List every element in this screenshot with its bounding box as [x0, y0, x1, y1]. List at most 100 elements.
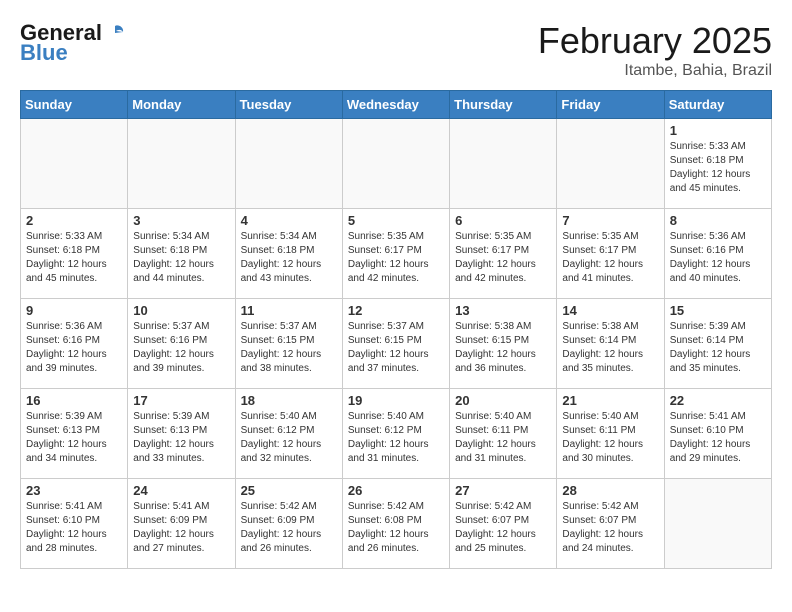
day-info: Sunrise: 5:36 AM Sunset: 6:16 PM Dayligh…: [670, 230, 766, 286]
day-number: 18: [241, 393, 337, 408]
day-number: 21: [562, 393, 658, 408]
calendar-cell: 26 Sunrise: 5:42 AM Sunset: 6:08 PM Dayli…: [342, 479, 449, 569]
day-number: 20: [455, 393, 551, 408]
day-info: Sunrise: 5:35 AM Sunset: 6:17 PM Dayligh…: [455, 230, 551, 286]
calendar-cell: 16Sunrise: 5:39 AM Sunset: 6:13 PM Dayli…: [21, 389, 128, 479]
calendar-cell: [128, 119, 235, 209]
calendar-cell: 14 Sunrise: 5:38 AM Sunset: 6:14 PM Dayli…: [557, 299, 664, 389]
weekday-friday: Friday: [557, 91, 664, 119]
calendar-cell: 13 Sunrise: 5:38 AM Sunset: 6:15 PM Dayli…: [450, 299, 557, 389]
day-info: Sunrise: 5:41 AM Sunset: 6:10 PM Dayligh…: [26, 500, 122, 556]
day-number: 15: [670, 303, 766, 318]
calendar-cell: [450, 119, 557, 209]
calendar-cell: 3Sunrise: 5:34 AM Sunset: 6:18 PM Daylig…: [128, 209, 235, 299]
weekday-wednesday: Wednesday: [342, 91, 449, 119]
calendar: SundayMondayTuesdayWednesdayThursdayFrid…: [20, 90, 772, 569]
day-info: Sunrise: 5:38 AM Sunset: 6:14 PM Dayligh…: [562, 320, 658, 376]
day-info: Sunrise: 5:40 AM Sunset: 6:12 PM Dayligh…: [348, 410, 444, 466]
calendar-cell: 18 Sunrise: 5:40 AM Sunset: 6:12 PM Dayli…: [235, 389, 342, 479]
day-info: Sunrise: 5:36 AM Sunset: 6:16 PM Dayligh…: [26, 320, 122, 376]
calendar-cell: 24 Sunrise: 5:41 AM Sunset: 6:09 PM Dayli…: [128, 479, 235, 569]
calendar-cell: 27 Sunrise: 5:42 AM Sunset: 6:07 PM Dayli…: [450, 479, 557, 569]
day-number: 4: [241, 213, 337, 228]
calendar-cell: 22 Sunrise: 5:41 AM Sunset: 6:10 PM Dayli…: [664, 389, 771, 479]
calendar-cell: [21, 119, 128, 209]
calendar-cell: 17Sunrise: 5:39 AM Sunset: 6:13 PM Dayli…: [128, 389, 235, 479]
week-row-4: 16Sunrise: 5:39 AM Sunset: 6:13 PM Dayli…: [21, 389, 772, 479]
day-number: 7: [562, 213, 658, 228]
weekday-header-row: SundayMondayTuesdayWednesdayThursdayFrid…: [21, 91, 772, 119]
day-number: 23: [26, 483, 122, 498]
day-info: Sunrise: 5:38 AM Sunset: 6:15 PM Dayligh…: [455, 320, 551, 376]
day-info: Sunrise: 5:41 AM Sunset: 6:10 PM Dayligh…: [670, 410, 766, 466]
calendar-cell: 6 Sunrise: 5:35 AM Sunset: 6:17 PM Daylig…: [450, 209, 557, 299]
logo: General Blue: [20, 20, 126, 66]
calendar-cell: 28Sunrise: 5:42 AM Sunset: 6:07 PM Dayli…: [557, 479, 664, 569]
calendar-cell: 20 Sunrise: 5:40 AM Sunset: 6:11 PM Dayli…: [450, 389, 557, 479]
day-number: 5: [348, 213, 444, 228]
day-info: Sunrise: 5:42 AM Sunset: 6:07 PM Dayligh…: [455, 500, 551, 556]
day-info: Sunrise: 5:40 AM Sunset: 6:11 PM Dayligh…: [562, 410, 658, 466]
calendar-cell: 8 Sunrise: 5:36 AM Sunset: 6:16 PM Daylig…: [664, 209, 771, 299]
day-number: 27: [455, 483, 551, 498]
day-number: 19: [348, 393, 444, 408]
day-info: Sunrise: 5:35 AM Sunset: 6:17 PM Dayligh…: [562, 230, 658, 286]
day-info: Sunrise: 5:42 AM Sunset: 6:08 PM Dayligh…: [348, 500, 444, 556]
calendar-cell: 4 Sunrise: 5:34 AM Sunset: 6:18 PM Daylig…: [235, 209, 342, 299]
calendar-cell: [664, 479, 771, 569]
day-number: 26: [348, 483, 444, 498]
week-row-1: 1 Sunrise: 5:33 AM Sunset: 6:18 PM Daylig…: [21, 119, 772, 209]
calendar-cell: 1 Sunrise: 5:33 AM Sunset: 6:18 PM Daylig…: [664, 119, 771, 209]
day-number: 8: [670, 213, 766, 228]
day-info: Sunrise: 5:33 AM Sunset: 6:18 PM Dayligh…: [670, 140, 766, 196]
calendar-cell: [557, 119, 664, 209]
day-number: 2: [26, 213, 122, 228]
day-info: Sunrise: 5:35 AM Sunset: 6:17 PM Dayligh…: [348, 230, 444, 286]
calendar-cell: [342, 119, 449, 209]
header: General Blue February 2025 Itambe, Bahia…: [20, 20, 772, 80]
weekday-tuesday: Tuesday: [235, 91, 342, 119]
calendar-cell: [235, 119, 342, 209]
day-number: 1: [670, 123, 766, 138]
day-info: Sunrise: 5:40 AM Sunset: 6:12 PM Dayligh…: [241, 410, 337, 466]
week-row-3: 9 Sunrise: 5:36 AM Sunset: 6:16 PM Daylig…: [21, 299, 772, 389]
day-info: Sunrise: 5:40 AM Sunset: 6:11 PM Dayligh…: [455, 410, 551, 466]
day-number: 3: [133, 213, 229, 228]
logo-bird-icon: [104, 22, 126, 44]
calendar-cell: 25Sunrise: 5:42 AM Sunset: 6:09 PM Dayli…: [235, 479, 342, 569]
day-info: Sunrise: 5:41 AM Sunset: 6:09 PM Dayligh…: [133, 500, 229, 556]
calendar-cell: 12Sunrise: 5:37 AM Sunset: 6:15 PM Dayli…: [342, 299, 449, 389]
day-info: Sunrise: 5:34 AM Sunset: 6:18 PM Dayligh…: [241, 230, 337, 286]
calendar-cell: 5 Sunrise: 5:35 AM Sunset: 6:17 PM Daylig…: [342, 209, 449, 299]
calendar-cell: 11Sunrise: 5:37 AM Sunset: 6:15 PM Dayli…: [235, 299, 342, 389]
calendar-cell: 2Sunrise: 5:33 AM Sunset: 6:18 PM Daylig…: [21, 209, 128, 299]
logo-blue: Blue: [20, 40, 68, 66]
day-number: 6: [455, 213, 551, 228]
location: Itambe, Bahia, Brazil: [538, 62, 772, 80]
day-info: Sunrise: 5:42 AM Sunset: 6:07 PM Dayligh…: [562, 500, 658, 556]
month-title: February 2025: [538, 20, 772, 62]
calendar-cell: 19 Sunrise: 5:40 AM Sunset: 6:12 PM Dayli…: [342, 389, 449, 479]
day-number: 24: [133, 483, 229, 498]
week-row-5: 23 Sunrise: 5:41 AM Sunset: 6:10 PM Dayli…: [21, 479, 772, 569]
calendar-cell: 15Sunrise: 5:39 AM Sunset: 6:14 PM Dayli…: [664, 299, 771, 389]
calendar-cell: 10Sunrise: 5:37 AM Sunset: 6:16 PM Dayli…: [128, 299, 235, 389]
day-info: Sunrise: 5:37 AM Sunset: 6:15 PM Dayligh…: [241, 320, 337, 376]
calendar-cell: 9 Sunrise: 5:36 AM Sunset: 6:16 PM Daylig…: [21, 299, 128, 389]
day-number: 14: [562, 303, 658, 318]
calendar-cell: 21 Sunrise: 5:40 AM Sunset: 6:11 PM Dayli…: [557, 389, 664, 479]
weekday-sunday: Sunday: [21, 91, 128, 119]
day-info: Sunrise: 5:37 AM Sunset: 6:15 PM Dayligh…: [348, 320, 444, 376]
calendar-cell: 7 Sunrise: 5:35 AM Sunset: 6:17 PM Daylig…: [557, 209, 664, 299]
weekday-monday: Monday: [128, 91, 235, 119]
weekday-thursday: Thursday: [450, 91, 557, 119]
day-number: 13: [455, 303, 551, 318]
calendar-cell: 23 Sunrise: 5:41 AM Sunset: 6:10 PM Dayli…: [21, 479, 128, 569]
weekday-saturday: Saturday: [664, 91, 771, 119]
day-number: 25: [241, 483, 337, 498]
day-info: Sunrise: 5:37 AM Sunset: 6:16 PM Dayligh…: [133, 320, 229, 376]
day-info: Sunrise: 5:39 AM Sunset: 6:13 PM Dayligh…: [26, 410, 122, 466]
day-number: 22: [670, 393, 766, 408]
week-row-2: 2Sunrise: 5:33 AM Sunset: 6:18 PM Daylig…: [21, 209, 772, 299]
day-number: 9: [26, 303, 122, 318]
